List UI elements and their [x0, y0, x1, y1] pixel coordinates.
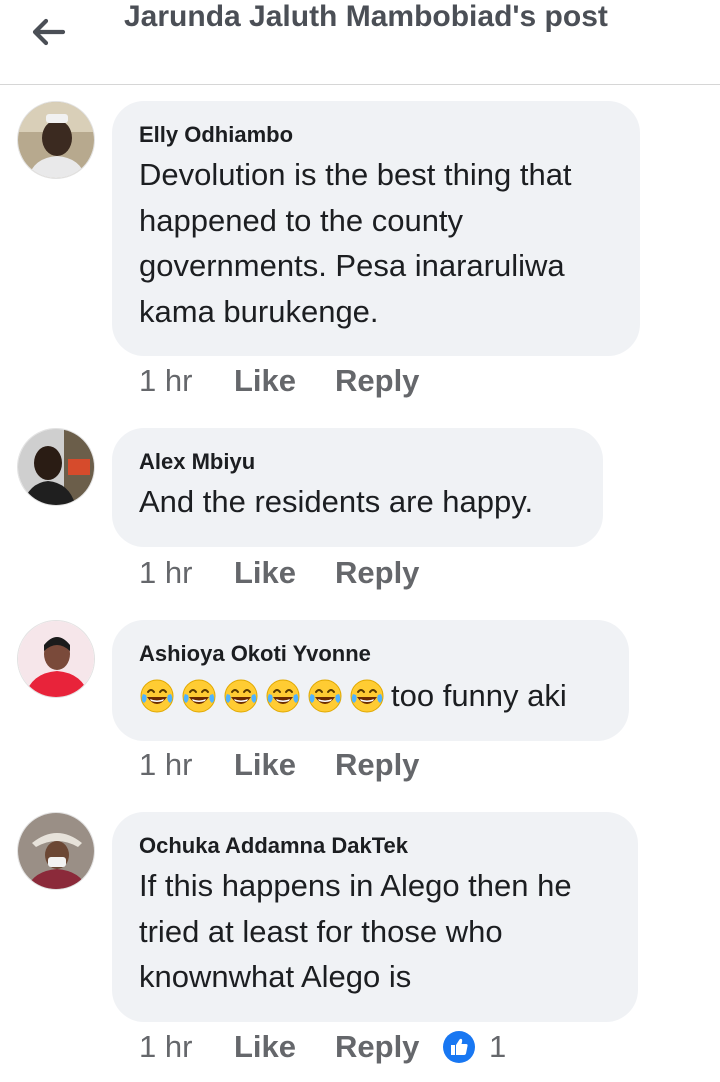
avatar[interactable]: [17, 812, 95, 890]
laughing-emoji-icon: [308, 679, 342, 713]
comment-author[interactable]: Elly Odhiambo: [139, 121, 614, 149]
laughing-emoji-icon: [266, 679, 300, 713]
comment-text: too funny aki: [139, 671, 603, 719]
comment-actions: 1 hr Like Reply: [139, 553, 443, 593]
reply-button[interactable]: Reply: [335, 555, 443, 591]
comment-time[interactable]: 1 hr: [139, 555, 234, 591]
comment-bubble: Elly Odhiambo Devolution is the best thi…: [112, 101, 640, 356]
comment-bubble: Ochuka Addamna DakTek If this happens in…: [112, 812, 638, 1022]
comment-bubble: Alex Mbiyu And the residents are happy.: [112, 428, 603, 547]
avatar[interactable]: [17, 620, 95, 698]
reply-button[interactable]: Reply: [335, 363, 443, 399]
comment-bubble: Ashioya Okoti Yvonne too funny aki: [112, 620, 629, 741]
page-title: Jarunda Jaluth Mambobiad's post: [124, 0, 608, 33]
like-icon: [443, 1031, 475, 1063]
comment-time[interactable]: 1 hr: [139, 747, 234, 783]
comment-text: If this happens in Alego then he tried a…: [139, 868, 572, 994]
like-button[interactable]: Like: [234, 1029, 335, 1065]
like-button[interactable]: Like: [234, 363, 335, 399]
comment-text: Devolution is the best thing that happen…: [139, 157, 572, 329]
laughing-emoji-icon: [140, 679, 174, 713]
back-button[interactable]: [26, 12, 70, 52]
reply-button[interactable]: Reply: [335, 747, 443, 783]
laughing-emoji-icon: [182, 679, 216, 713]
avatar[interactable]: [17, 101, 95, 179]
comment-text-content: too funny aki: [391, 678, 567, 714]
laughing-emoji-icon: [350, 679, 384, 713]
comment-author[interactable]: Ashioya Okoti Yvonne: [139, 640, 603, 668]
like-button[interactable]: Like: [234, 747, 335, 783]
comment-actions: 1 hr Like Reply: [139, 361, 443, 401]
comment-author[interactable]: Alex Mbiyu: [139, 448, 577, 476]
comment-actions: 1 hr Like Reply: [139, 745, 443, 785]
laughing-emoji-icon: [224, 679, 258, 713]
avatar[interactable]: [17, 428, 95, 506]
comment-author[interactable]: Ochuka Addamna DakTek: [139, 832, 612, 860]
comment-text: And the residents are happy.: [139, 484, 534, 519]
reply-button[interactable]: Reply: [335, 1029, 443, 1065]
top-bar: Jarunda Jaluth Mambobiad's post: [0, 0, 720, 85]
comment-actions: 1 hr Like Reply 1: [139, 1027, 506, 1067]
reaction-count: 1: [489, 1029, 507, 1064]
emoji-row: [139, 676, 391, 713]
comment-time[interactable]: 1 hr: [139, 1029, 234, 1065]
back-arrow-icon: [32, 18, 66, 46]
comment-time[interactable]: 1 hr: [139, 363, 234, 399]
reaction-summary[interactable]: 1: [443, 1029, 506, 1065]
like-button[interactable]: Like: [234, 555, 335, 591]
